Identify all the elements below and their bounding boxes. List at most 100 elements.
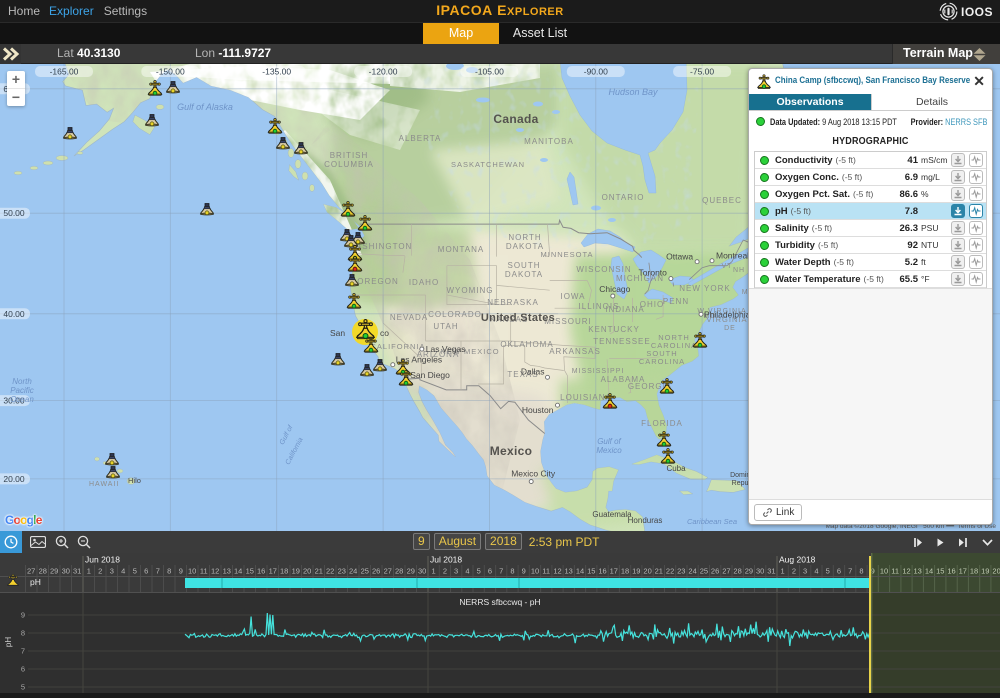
svg-text:WYOMING: WYOMING (447, 286, 494, 295)
svg-text:10: 10 (188, 567, 196, 576)
svg-text:UTAH: UTAH (433, 322, 458, 331)
svg-text:IDAHO: IDAHO (409, 278, 439, 287)
svg-text:Houston: Houston (522, 405, 554, 415)
svg-text:50.00: 50.00 (3, 208, 25, 218)
svg-text:LOUISIANA: LOUISIANA (560, 393, 612, 402)
svg-text:18: 18 (280, 567, 288, 576)
svg-text:MANITOBA: MANITOBA (524, 137, 574, 146)
svg-text:40.00: 40.00 (3, 309, 25, 319)
svg-text:21: 21 (655, 567, 663, 576)
svg-text:QUEBEC: QUEBEC (702, 196, 742, 205)
svg-text:CALIFORNIA: CALIFORNIA (370, 342, 425, 351)
svg-text:28: 28 (733, 567, 741, 576)
svg-text:Gulf of: Gulf of (597, 437, 621, 446)
svg-text:14: 14 (234, 567, 242, 576)
svg-text:2: 2 (98, 567, 102, 576)
svg-text:North: North (12, 377, 32, 386)
svg-text:18: 18 (621, 567, 629, 576)
svg-text:12: 12 (553, 567, 561, 576)
svg-text:29: 29 (407, 567, 415, 576)
svg-text:-120.00: -120.00 (369, 67, 398, 77)
svg-text:15: 15 (587, 567, 595, 576)
svg-text:11: 11 (200, 567, 208, 576)
svg-text:17: 17 (959, 567, 967, 576)
svg-text:20: 20 (643, 567, 651, 576)
svg-text:co: co (380, 328, 389, 338)
svg-text:9: 9 (179, 567, 183, 576)
svg-text:3: 3 (110, 567, 114, 576)
svg-text:17: 17 (610, 567, 618, 576)
svg-text:7: 7 (156, 567, 160, 576)
svg-text:27: 27 (27, 567, 35, 576)
svg-text:OREGON: OREGON (357, 277, 399, 286)
svg-text:ARKANSAS: ARKANSAS (549, 347, 601, 356)
svg-text:OHIO: OHIO (640, 300, 664, 309)
svg-text:WISCONSIN: WISCONSIN (576, 265, 631, 274)
svg-text:Pacific: Pacific (10, 386, 34, 395)
svg-text:Philadelphia: Philadelphia (704, 309, 751, 319)
svg-text:Ocean: Ocean (10, 395, 34, 404)
svg-text:Mexico: Mexico (490, 444, 532, 458)
svg-text:PENN: PENN (663, 297, 689, 306)
svg-text:Dallas: Dallas (521, 366, 545, 376)
svg-text:13: 13 (223, 567, 231, 576)
svg-text:NERRS sfbccwq - pH: NERRS sfbccwq - pH (459, 597, 540, 607)
svg-text:1: 1 (781, 567, 785, 576)
svg-text:6: 6 (837, 567, 841, 576)
svg-text:IOWA: IOWA (560, 292, 585, 301)
svg-text:NEBRASKA: NEBRASKA (487, 298, 539, 307)
svg-text:Aug 2018: Aug 2018 (779, 555, 816, 565)
svg-text:30: 30 (756, 567, 764, 576)
svg-text:TENNESSEE: TENNESSEE (593, 337, 650, 346)
svg-text:20.00: 20.00 (3, 474, 25, 484)
svg-text:Chicago: Chicago (599, 284, 630, 294)
svg-text:BRITISH: BRITISH (330, 151, 369, 160)
svg-text:Hudson Bay: Hudson Bay (608, 87, 658, 97)
svg-text:17: 17 (269, 567, 277, 576)
svg-text:24: 24 (688, 567, 696, 576)
svg-text:pH: pH (4, 637, 13, 647)
svg-text:9: 9 (522, 567, 526, 576)
svg-text:-105.00: -105.00 (475, 67, 504, 77)
svg-text:27: 27 (722, 567, 730, 576)
svg-text:2: 2 (443, 567, 447, 576)
svg-text:SASKATCHEWAN: SASKATCHEWAN (451, 160, 525, 169)
svg-text:MINNESOTA: MINNESOTA (540, 250, 593, 259)
svg-text:20: 20 (303, 567, 311, 576)
svg-text:22: 22 (326, 567, 334, 576)
svg-text:DE: DE (724, 325, 736, 332)
svg-text:HAWAII: HAWAII (89, 481, 119, 488)
svg-text:Jun 2018: Jun 2018 (85, 555, 120, 565)
svg-text:5: 5 (477, 567, 481, 576)
svg-text:Honduras: Honduras (628, 516, 663, 525)
svg-text:14: 14 (925, 567, 933, 576)
svg-text:-135.00: -135.00 (262, 67, 291, 77)
svg-text:CAROLINA: CAROLINA (639, 357, 685, 366)
svg-text:13: 13 (914, 567, 922, 576)
svg-text:ONTARIO: ONTARIO (602, 193, 645, 202)
svg-text:Montreal: Montreal (716, 251, 749, 261)
svg-text:5: 5 (133, 567, 137, 576)
svg-text:15: 15 (246, 567, 254, 576)
svg-text:26: 26 (372, 567, 380, 576)
svg-text:15: 15 (936, 567, 944, 576)
svg-text:2: 2 (792, 567, 796, 576)
svg-text:20: 20 (992, 567, 1000, 576)
svg-text:9: 9 (21, 611, 25, 620)
svg-text:7: 7 (848, 567, 852, 576)
svg-text:14: 14 (576, 567, 584, 576)
svg-text:7: 7 (21, 647, 25, 656)
svg-text:19: 19 (632, 567, 640, 576)
svg-text:DAKOTA: DAKOTA (505, 270, 543, 279)
svg-text:Mexico: Mexico (596, 446, 622, 455)
svg-text:NH: NH (733, 267, 745, 274)
svg-text:NORTH: NORTH (508, 233, 541, 242)
svg-text:COLUMBIA: COLUMBIA (324, 160, 374, 169)
svg-text:7: 7 (499, 567, 503, 576)
svg-text:pH: pH (30, 577, 41, 587)
svg-text:Mexico City: Mexico City (511, 469, 556, 479)
svg-text:-150.00: -150.00 (156, 67, 185, 77)
svg-text:23: 23 (338, 567, 346, 576)
svg-text:30: 30 (62, 567, 70, 576)
svg-text:1: 1 (87, 567, 91, 576)
